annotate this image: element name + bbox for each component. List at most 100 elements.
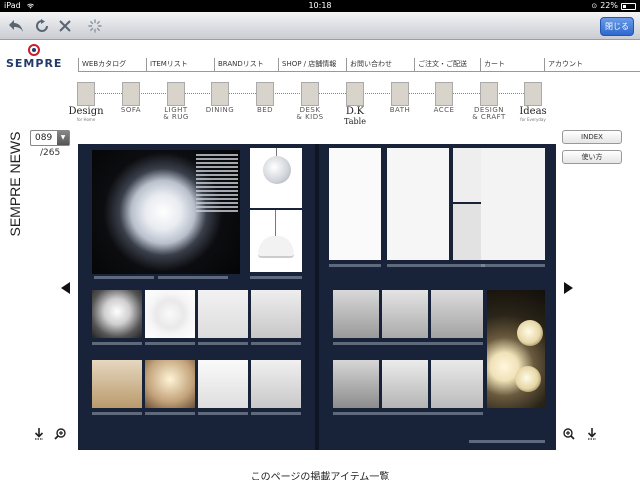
topnav-item[interactable]: お問い合わせ <box>346 58 414 72</box>
category-label: BED <box>256 106 274 114</box>
close-button[interactable]: 閉じる <box>600 17 634 36</box>
current-page-value: 089 <box>35 133 53 143</box>
category-item[interactable]: DESIGN & CRAFT <box>469 80 509 121</box>
page-selector[interactable]: 089 ▼ <box>30 130 70 146</box>
caption <box>329 264 381 267</box>
topnav-item[interactable]: カート <box>480 58 544 72</box>
index-button[interactable]: INDEX <box>562 130 622 144</box>
caption <box>92 342 142 345</box>
category-thumbnail <box>301 82 319 106</box>
photo-star-lamp <box>333 360 379 408</box>
caption <box>94 276 154 279</box>
battery-percent: 22% <box>600 1 618 10</box>
category-subtitle: for Everyday <box>520 117 546 122</box>
category-item[interactable]: Ideas for Everyday <box>513 80 553 122</box>
photo-textured-lamp <box>251 290 301 338</box>
magazine-left-page <box>78 144 315 450</box>
category-label: DESIGN & CRAFT <box>472 106 506 121</box>
category-label: DESK & KIDS <box>296 106 324 121</box>
caption <box>250 276 302 279</box>
reload-icon[interactable] <box>32 16 52 36</box>
magazine-spread[interactable] <box>78 144 556 450</box>
logo-mark-icon <box>28 44 40 56</box>
topnav-item[interactable]: アカウント <box>544 58 640 72</box>
news-title-text: SEMPRE NEWS <box>7 131 23 237</box>
topnav-item[interactable]: SHOP / 店舗情報 <box>278 58 346 72</box>
caption <box>198 412 248 415</box>
category-item[interactable]: BATH <box>380 80 420 114</box>
photo-floor-lamp-white <box>387 148 449 260</box>
lock-icon: ⊙ <box>591 2 598 10</box>
photo-crystal-pendant <box>333 290 379 338</box>
brand-logo[interactable]: SEMPRE <box>6 44 62 70</box>
photo-glass-pendant <box>431 290 483 338</box>
topnav-item[interactable]: ご注文・ご配送 <box>414 58 480 72</box>
browser-toolbar: 閉じる <box>0 12 640 40</box>
topnav-item[interactable]: ITEMリスト <box>146 58 214 72</box>
category-label: DINING <box>205 106 235 114</box>
caption <box>145 342 195 345</box>
category-item[interactable]: Design for Home <box>66 80 106 122</box>
zoom-in-icon[interactable] <box>563 428 575 440</box>
caption <box>198 342 248 345</box>
item-list-link[interactable]: このページの掲載アイテム一覧 <box>0 468 640 480</box>
howto-button[interactable]: 使い方 <box>562 150 622 164</box>
photo-chandelier <box>92 290 142 338</box>
category-label: ACCE <box>433 106 455 114</box>
category-thumbnail <box>256 82 274 106</box>
caption <box>158 276 228 279</box>
category-title: Design <box>68 106 104 117</box>
category-item[interactable]: BED <box>245 80 285 114</box>
category-thumbnail <box>211 82 229 106</box>
category-subtitle: Table <box>344 117 366 126</box>
category-label: LIGHT & RUG <box>163 106 189 121</box>
caption <box>481 264 545 267</box>
photo-star-pendant <box>431 360 483 408</box>
chevron-down-icon: ▼ <box>57 131 69 145</box>
category-title: D.K <box>345 106 365 117</box>
category-item[interactable]: DINING <box>200 80 240 114</box>
category-thumbnail <box>77 82 95 106</box>
photo-multi-pendant <box>92 360 142 408</box>
caption <box>251 412 301 415</box>
photo-cylinder-lamp <box>251 360 301 408</box>
download-icon[interactable] <box>33 428 45 440</box>
close-icon[interactable] <box>55 16 75 36</box>
download-icon[interactable] <box>586 428 598 440</box>
category-label: SOFA <box>120 106 142 114</box>
category-label: BATH <box>389 106 411 114</box>
category-thumbnail <box>167 82 185 106</box>
category-item[interactable]: SOFA <box>111 80 151 114</box>
photo-sphere-lamp <box>250 148 302 208</box>
photo-folded-lamp <box>145 290 195 338</box>
next-page-arrow-icon[interactable] <box>564 282 573 294</box>
photo-dome-pendant <box>198 360 248 408</box>
brand-name: SEMPRE <box>6 57 63 70</box>
photo-pendant-lamp <box>250 210 302 272</box>
category-item[interactable]: LIGHT & RUG <box>156 80 196 121</box>
zoom-in-icon[interactable] <box>54 428 66 440</box>
battery-fill <box>623 4 626 8</box>
back-arrow-icon[interactable] <box>6 16 26 36</box>
topnav-item[interactable]: WEBカタログ <box>78 58 146 72</box>
caption <box>387 264 485 267</box>
category-title: Ideas <box>519 106 547 117</box>
category-item[interactable]: DESK & KIDS <box>290 80 330 121</box>
category-thumbnail <box>391 82 409 106</box>
category-thumbnail <box>122 82 140 106</box>
caption <box>469 440 545 443</box>
category-item[interactable]: D.K Table <box>335 80 375 127</box>
category-item[interactable]: ACCE <box>424 80 464 114</box>
photo-geometric-pendant <box>382 290 428 338</box>
status-time: 10:18 <box>308 1 332 10</box>
magazine-right-page <box>319 144 556 450</box>
caption <box>333 412 483 415</box>
photo-floor-lamp-arc <box>329 148 381 260</box>
category-thumbnail <box>480 82 498 106</box>
previous-page-arrow-icon[interactable] <box>61 282 70 294</box>
topnav-item[interactable]: BRANDリスト <box>214 58 278 72</box>
caption <box>333 342 483 345</box>
category-subtitle: for Home <box>76 117 96 122</box>
battery-icon <box>621 2 636 10</box>
page-total: /265 <box>40 148 61 158</box>
